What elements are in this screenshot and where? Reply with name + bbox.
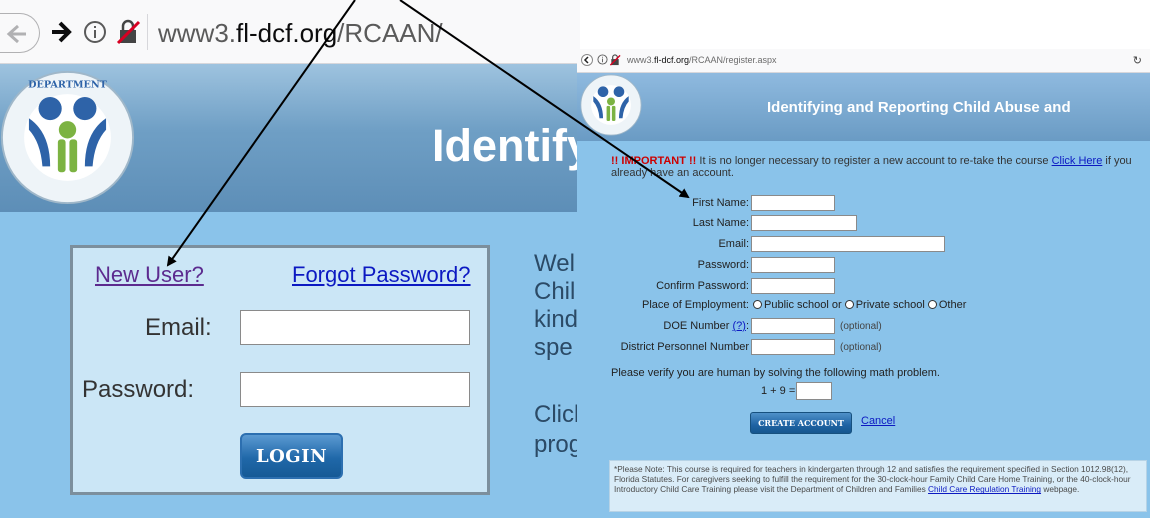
forgot-password-link[interactable]: Forgot Password? bbox=[292, 262, 471, 288]
last-name-field[interactable] bbox=[751, 215, 857, 231]
zoomed-login-view: www3.fl-dcf.org/RCAAN/ DEPARTMENT Identi… bbox=[0, 0, 580, 518]
other-radio[interactable] bbox=[927, 300, 937, 309]
confirm-password-label: Confirm Password: bbox=[656, 280, 749, 292]
district-personnel-label: District Personnel Number bbox=[620, 341, 749, 353]
email-field[interactable] bbox=[240, 310, 470, 345]
info-icon[interactable] bbox=[83, 20, 107, 44]
child-care-training-link[interactable]: Child Care Regulation Training bbox=[928, 484, 1041, 494]
important-text: It is no longer necessary to register a … bbox=[696, 155, 1052, 167]
confirm-password-field[interactable] bbox=[751, 278, 835, 294]
employment-label: Place of Employment: bbox=[642, 299, 749, 311]
click-text: Click prog bbox=[534, 400, 580, 460]
info-icon[interactable] bbox=[597, 54, 608, 65]
insecure-lock-icon[interactable] bbox=[115, 19, 141, 45]
back-arrow-icon bbox=[6, 24, 26, 44]
insecure-lock-icon[interactable] bbox=[609, 54, 621, 66]
email-label: Email: bbox=[145, 314, 212, 341]
back-button[interactable] bbox=[0, 13, 40, 53]
important-tag: !! IMPORTANT !! bbox=[611, 155, 697, 167]
back-arrow-icon[interactable] bbox=[581, 54, 593, 66]
password-field[interactable] bbox=[751, 257, 835, 273]
verify-text: Please verify you are human by solving t… bbox=[611, 367, 940, 379]
reload-icon[interactable]: ↻ bbox=[1133, 54, 1142, 67]
note-tail: webpage. bbox=[1041, 484, 1080, 495]
private-school-radio[interactable] bbox=[844, 300, 854, 309]
private-school-label: Private school bbox=[855, 299, 925, 311]
doe-number-field[interactable] bbox=[751, 318, 835, 334]
doe-help-link[interactable]: (?) bbox=[732, 320, 745, 332]
password-label: Password: bbox=[82, 376, 195, 403]
public-school-radio[interactable] bbox=[753, 300, 762, 309]
first-name-field[interactable] bbox=[751, 195, 835, 211]
math-problem: 1 + 9 = bbox=[761, 385, 796, 397]
click-line: Click bbox=[534, 401, 580, 428]
employment-options: Public school or Private school Other bbox=[753, 299, 966, 311]
optional-label: (optional) bbox=[840, 321, 882, 332]
important-notice: !! IMPORTANT !! It is no longer necessar… bbox=[611, 155, 1150, 179]
password-field[interactable] bbox=[240, 372, 470, 407]
url-separator bbox=[147, 14, 148, 50]
forward-arrow-icon[interactable] bbox=[50, 20, 72, 44]
welcome-line: Wel bbox=[534, 250, 575, 277]
svg-text:DEPARTMENT: DEPARTMENT bbox=[28, 79, 107, 90]
district-personnel-field[interactable] bbox=[751, 339, 835, 355]
password-label: Password: bbox=[697, 259, 749, 271]
url-text[interactable]: www3.fl-dcf.org/RCAAN/ bbox=[158, 18, 443, 49]
email-field[interactable] bbox=[751, 236, 945, 252]
create-account-button[interactable]: CREATE ACCOUNT bbox=[750, 412, 852, 434]
welcome-line: kind bbox=[534, 306, 579, 333]
page-title: Identifying and Reporting Child Abuse an… bbox=[767, 99, 1071, 116]
doe-number-label: DOE Number (?): bbox=[617, 320, 749, 332]
dcf-logo: DEPARTMENT bbox=[0, 70, 135, 205]
register-page-view: www3.fl-dcf.org/RCAAN/register.aspx ↻ Id… bbox=[577, 49, 1150, 518]
cancel-link[interactable]: Cancel bbox=[861, 415, 895, 427]
doe-colon: : bbox=[745, 320, 749, 332]
click-here-link[interactable]: Click Here bbox=[1052, 155, 1103, 167]
doe-number-text: DOE Number bbox=[663, 320, 730, 332]
please-note-box: *Please Note: This course is required fo… bbox=[609, 460, 1147, 512]
welcome-text: Wel Chil kind spe bbox=[534, 250, 578, 362]
welcome-line: spe bbox=[534, 334, 573, 361]
optional-label: (optional) bbox=[840, 342, 882, 353]
login-button[interactable]: LOGIN bbox=[240, 433, 343, 479]
browser-url-bar: www3.fl-dcf.org/RCAAN/ bbox=[0, 0, 580, 64]
url-text[interactable]: www3.fl-dcf.org/RCAAN/register.aspx bbox=[627, 55, 777, 65]
other-label: Other bbox=[938, 299, 967, 311]
math-answer-field[interactable] bbox=[796, 382, 832, 400]
new-user-link[interactable]: New User? bbox=[95, 262, 204, 288]
last-name-label: Last Name: bbox=[692, 217, 749, 229]
email-label: Email: bbox=[718, 238, 749, 250]
click-line: prog bbox=[534, 431, 580, 458]
first-name-label: First Name: bbox=[692, 197, 749, 209]
dcf-logo bbox=[580, 74, 642, 136]
browser-url-bar: www3.fl-dcf.org/RCAAN/register.aspx ↻ bbox=[577, 49, 1150, 73]
public-school-label: Public school or bbox=[764, 299, 842, 311]
page-title: Identify bbox=[432, 120, 580, 171]
welcome-line: Chil bbox=[534, 278, 576, 305]
